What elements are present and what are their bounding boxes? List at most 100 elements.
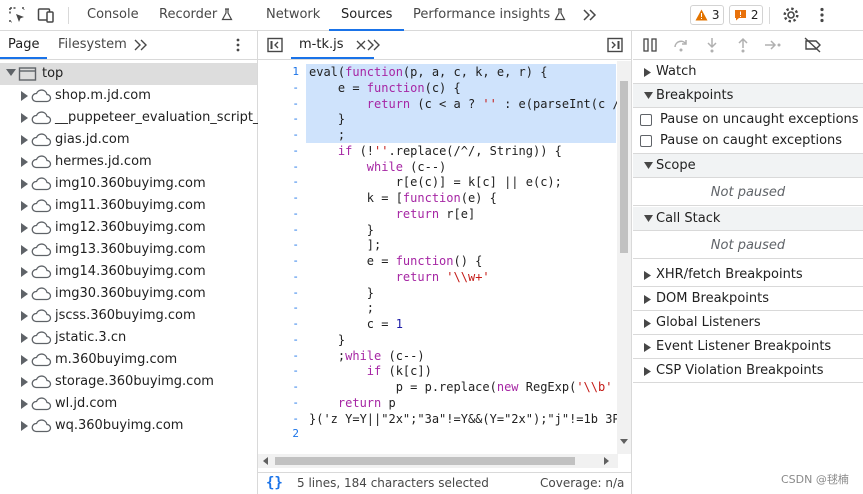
expand-icon[interactable] bbox=[21, 421, 29, 431]
tab-network[interactable]: Network bbox=[266, 0, 320, 31]
line-number[interactable]: 1 bbox=[258, 64, 299, 80]
tree-item[interactable]: gias.jd.com bbox=[0, 129, 257, 151]
dom-breakpoints-section-header[interactable]: DOM Breakpoints bbox=[633, 287, 863, 311]
pause-caught-checkbox[interactable]: Pause on caught exceptions bbox=[633, 131, 863, 151]
tree-item[interactable]: storage.360buyimg.com bbox=[0, 371, 257, 393]
xhr-breakpoints-section-header[interactable]: XHR/fetch Breakpoints bbox=[633, 263, 863, 287]
code-line[interactable]: - while (c--) bbox=[258, 159, 618, 175]
tree-item[interactable]: jscss.360buyimg.com bbox=[0, 305, 257, 327]
code-line[interactable]: - } bbox=[258, 332, 618, 348]
code-line[interactable]: 2 bbox=[258, 426, 618, 442]
step-out-icon[interactable] bbox=[735, 37, 751, 53]
code-line[interactable]: - r[e(c)] = k[c] || e(c); bbox=[258, 174, 618, 190]
tree-item[interactable]: __puppeteer_evaluation_script__ bbox=[0, 107, 266, 129]
issues-badge[interactable]: 2 bbox=[729, 5, 764, 25]
tree-item[interactable]: wq.360buyimg.com bbox=[0, 415, 257, 437]
code-line[interactable]: - ; bbox=[258, 127, 618, 143]
expand-icon[interactable] bbox=[21, 399, 29, 409]
step-icon[interactable] bbox=[764, 37, 782, 53]
line-number[interactable]: - bbox=[258, 253, 299, 269]
expand-icon[interactable] bbox=[21, 179, 29, 189]
expand-icon[interactable] bbox=[21, 223, 29, 233]
tree-item[interactable]: img11.360buyimg.com bbox=[0, 195, 257, 217]
code-line[interactable]: - } bbox=[258, 222, 618, 238]
tab-recorder[interactable]: Recorder bbox=[159, 0, 233, 31]
code-line[interactable]: - c = 1 bbox=[258, 316, 618, 332]
collapse-icon[interactable] bbox=[6, 69, 16, 79]
tab-filesystem[interactable]: Filesystem bbox=[58, 31, 127, 59]
deactivate-breakpoints-icon[interactable] bbox=[804, 37, 822, 53]
tab-sources[interactable]: Sources bbox=[329, 0, 405, 31]
code-line[interactable]: 1 eval(function(p, a, c, k, e, r) { bbox=[258, 64, 618, 80]
gear-icon[interactable] bbox=[782, 6, 800, 24]
step-into-icon[interactable] bbox=[704, 37, 720, 53]
step-over-icon[interactable] bbox=[673, 37, 689, 53]
tree-item[interactable]: img14.360buyimg.com bbox=[0, 261, 257, 283]
event-listener-breakpoints-section-header[interactable]: Event Listener Breakpoints bbox=[633, 335, 863, 359]
tab-page[interactable]: Page bbox=[0, 31, 48, 59]
expand-icon[interactable] bbox=[21, 201, 29, 211]
line-number[interactable]: - bbox=[258, 316, 299, 332]
line-number[interactable]: - bbox=[258, 127, 299, 143]
inspect-element-icon[interactable] bbox=[8, 6, 26, 24]
more-tabs-icon[interactable] bbox=[580, 6, 598, 24]
code-line[interactable]: - k = [function(e) { bbox=[258, 190, 618, 206]
code-line[interactable]: - p = p.replace(new RegExp('\\b' bbox=[258, 379, 618, 395]
tree-item[interactable]: m.360buyimg.com bbox=[0, 349, 257, 371]
vertical-scrollbar[interactable] bbox=[617, 61, 631, 454]
call-stack-section-header[interactable]: Call Stack bbox=[633, 207, 863, 231]
expand-icon[interactable] bbox=[21, 91, 29, 101]
code-line[interactable]: - if (k[c]) bbox=[258, 363, 618, 379]
expand-icon[interactable] bbox=[21, 157, 29, 167]
line-number[interactable]: - bbox=[258, 190, 299, 206]
line-number[interactable]: - bbox=[258, 348, 299, 364]
tree-item[interactable]: img12.360buyimg.com bbox=[0, 217, 257, 239]
line-number[interactable]: - bbox=[258, 285, 299, 301]
code-line[interactable]: - return p bbox=[258, 395, 618, 411]
code-line[interactable]: - } bbox=[258, 285, 618, 301]
line-number[interactable]: - bbox=[258, 395, 299, 411]
more-tabs-icon[interactable] bbox=[365, 37, 381, 53]
pretty-print-icon[interactable]: {} bbox=[266, 475, 283, 491]
code-line[interactable]: - ]; bbox=[258, 237, 618, 253]
expand-icon[interactable] bbox=[21, 267, 29, 277]
expand-icon[interactable] bbox=[21, 135, 29, 145]
line-number[interactable]: - bbox=[258, 300, 299, 316]
line-number[interactable]: - bbox=[258, 363, 299, 379]
scrollbar-thumb[interactable] bbox=[275, 457, 575, 465]
tree-item[interactable]: img30.360buyimg.com bbox=[0, 283, 257, 305]
code-line[interactable]: - return '\\w+' bbox=[258, 269, 618, 285]
line-number[interactable]: - bbox=[258, 206, 299, 222]
breakpoints-section-header[interactable]: Breakpoints bbox=[633, 84, 863, 108]
csp-violation-breakpoints-section-header[interactable]: CSP Violation Breakpoints bbox=[633, 359, 863, 383]
toggle-debugger-icon[interactable] bbox=[607, 37, 623, 53]
tree-item[interactable]: hermes.jd.com bbox=[0, 151, 257, 173]
code-line[interactable]: - e = function() { bbox=[258, 253, 618, 269]
tree-item[interactable]: img13.360buyimg.com bbox=[0, 239, 257, 261]
expand-icon[interactable] bbox=[21, 333, 29, 343]
watch-section-header[interactable]: Watch bbox=[633, 60, 863, 84]
scope-section-header[interactable]: Scope bbox=[633, 154, 863, 178]
tree-item[interactable]: jstatic.3.cn bbox=[0, 327, 257, 349]
pause-icon[interactable] bbox=[642, 37, 658, 53]
device-toolbar-icon[interactable] bbox=[37, 6, 55, 24]
tree-item[interactable]: img10.360buyimg.com bbox=[0, 173, 257, 195]
expand-icon[interactable] bbox=[21, 245, 29, 255]
expand-icon[interactable] bbox=[21, 377, 29, 387]
line-number[interactable]: 2 bbox=[258, 426, 299, 442]
expand-icon[interactable] bbox=[21, 113, 29, 123]
warnings-badge[interactable]: 3 bbox=[690, 5, 725, 25]
code-line[interactable]: - return r[e] bbox=[258, 206, 618, 222]
more-tabs-icon[interactable] bbox=[132, 37, 148, 53]
line-number[interactable]: - bbox=[258, 111, 299, 127]
checkbox[interactable] bbox=[640, 114, 652, 126]
expand-icon[interactable] bbox=[21, 355, 29, 365]
expand-icon[interactable] bbox=[21, 289, 29, 299]
code-view[interactable]: 1 eval(function(p, a, c, k, e, r) { - e = … bbox=[258, 61, 632, 454]
line-number[interactable]: - bbox=[258, 269, 299, 285]
code-line[interactable]: - } bbox=[258, 111, 618, 128]
scroll-left-icon[interactable] bbox=[263, 457, 269, 465]
tab-performance-insights[interactable]: Performance insights bbox=[413, 0, 566, 31]
pause-uncaught-checkbox[interactable]: Pause on uncaught exceptions bbox=[633, 110, 863, 130]
line-number[interactable]: - bbox=[258, 143, 299, 159]
